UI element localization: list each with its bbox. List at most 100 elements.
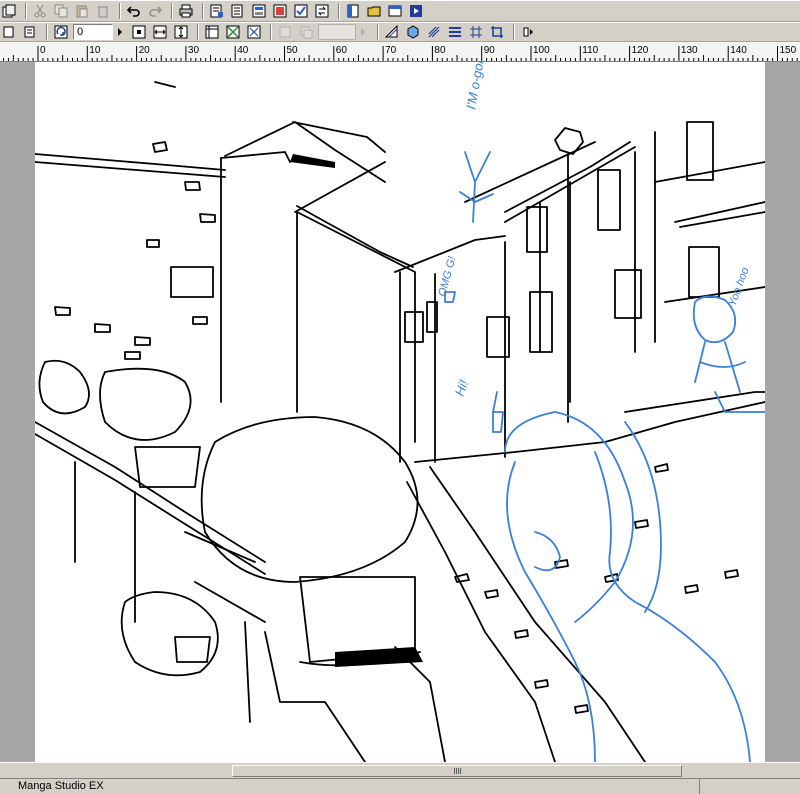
stripes-icon: [449, 27, 461, 37]
snap-icon: [247, 25, 261, 39]
disabled-dropdown-button[interactable]: [356, 23, 370, 41]
crop-icon: [491, 26, 503, 38]
grid-toggle-button[interactable]: [224, 23, 242, 41]
folder-icon: [367, 6, 381, 17]
ruler-label: 10: [89, 45, 101, 56]
copy-button[interactable]: [52, 2, 70, 20]
ruler-label: 60: [336, 45, 348, 56]
new-page-icon: [2, 4, 16, 18]
ruler-label: 20: [139, 45, 151, 56]
toolbar-separator: [25, 3, 27, 19]
page-tab-icon: [3, 26, 14, 38]
convert-button[interactable]: [313, 2, 331, 20]
workspace: I'M o-gonna Jump! OMG G! Hi! Yoo hoo: [0, 62, 800, 762]
fit-height-button[interactable]: [172, 23, 190, 41]
parallel-lines-icon: [428, 26, 440, 38]
status-bar: Manga Studio EX: [0, 778, 800, 794]
story-button[interactable]: [271, 2, 289, 20]
layer-settings-icon: [231, 4, 243, 18]
story-icon: [273, 4, 287, 18]
chevron-right-icon: [118, 28, 122, 36]
check-button[interactable]: [292, 2, 310, 20]
fit-width-icon: [153, 25, 167, 39]
perspective-icon: [385, 25, 398, 38]
crop-button[interactable]: [488, 23, 506, 41]
rotation-angle-field[interactable]: 0: [73, 24, 113, 40]
parallel-ruler-button[interactable]: [425, 23, 443, 41]
stripe-ruler-button[interactable]: [446, 23, 464, 41]
frame-copy-icon: [300, 26, 313, 39]
page-settings-icon: [210, 4, 223, 18]
fit-page-icon: [132, 25, 146, 39]
play-button[interactable]: [407, 2, 425, 20]
horizontal-scrollbar[interactable]: [0, 762, 800, 778]
rotation-angle-value: 0: [77, 26, 84, 38]
sketch-note-top: I'M o-gonna Jump!: [463, 62, 496, 111]
check-icon: [294, 4, 308, 18]
toolbar-separator: [377, 24, 379, 40]
secondary-toolbar: 0: [0, 22, 800, 42]
delete-button[interactable]: [94, 2, 112, 20]
angle-dropdown-button[interactable]: [113, 23, 127, 41]
chevron-right-icon: [361, 28, 365, 36]
toolbar-separator: [338, 3, 340, 19]
fit-page-button[interactable]: [130, 23, 148, 41]
ruler-label: 0: [40, 45, 46, 56]
folder-button[interactable]: [365, 2, 383, 20]
drawing-canvas[interactable]: I'M o-gonna Jump! OMG G! Hi! Yoo hoo: [35, 62, 765, 762]
print-button[interactable]: [177, 2, 195, 20]
toolbar-separator: [171, 3, 173, 19]
scrollbar-thumb[interactable]: [232, 765, 682, 777]
undo-button[interactable]: [125, 2, 143, 20]
ruler-label: 70: [385, 45, 397, 56]
ruler-label: 140: [730, 45, 747, 56]
toolbar-separator: [270, 24, 272, 40]
ruler-toggle-button[interactable]: [203, 23, 221, 41]
page-button[interactable]: [344, 2, 362, 20]
main-toolbar: [0, 0, 800, 22]
paste-button[interactable]: [73, 2, 91, 20]
play-icon: [410, 5, 422, 17]
browser-button[interactable]: [386, 2, 404, 20]
perspective-ruler-button[interactable]: [383, 23, 401, 41]
ruler-label: 130: [681, 45, 698, 56]
toolbar-more-button[interactable]: [519, 23, 537, 41]
layer-settings-button[interactable]: [229, 2, 247, 20]
ruler-label: 120: [632, 45, 649, 56]
page-list-icon: [24, 26, 35, 38]
redo-icon: [149, 6, 162, 17]
grip-icon: [453, 768, 461, 774]
frame-icon: [279, 26, 291, 38]
browser-icon: [388, 5, 402, 17]
ruler-label: 110: [582, 45, 598, 56]
page-settings-button[interactable]: [208, 2, 226, 20]
paste-icon: [76, 5, 88, 18]
more-icon: [523, 27, 533, 37]
ruler-label: 100: [533, 45, 550, 56]
cube-ruler-button[interactable]: [404, 23, 422, 41]
convert-icon: [315, 4, 329, 18]
toolbar-separator: [197, 24, 199, 40]
redo-button[interactable]: [146, 2, 164, 20]
ruler-scale: 0 10 20 30 40 50 60 70 80 90 100 110 120 130 140 150: [2, 45, 798, 61]
frame-button[interactable]: [276, 23, 294, 41]
rotate-button[interactable]: [52, 23, 70, 41]
layers-button[interactable]: [250, 2, 268, 20]
rotate-icon: [54, 25, 68, 39]
undo-icon: [127, 6, 140, 17]
copy-icon: [54, 4, 68, 18]
cut-button[interactable]: [31, 2, 49, 20]
status-app-name: Manga Studio EX: [0, 779, 700, 794]
guide-button[interactable]: [467, 23, 485, 41]
disabled-field: [318, 24, 356, 40]
frame-copy-button[interactable]: [297, 23, 315, 41]
snap-toggle-button[interactable]: [245, 23, 263, 41]
fit-width-button[interactable]: [151, 23, 169, 41]
cube-icon: [407, 25, 419, 39]
ruler-label: 80: [434, 45, 446, 56]
page-tab-button[interactable]: [0, 23, 18, 41]
new-page-button[interactable]: [0, 2, 18, 20]
ruler-label: 40: [237, 45, 249, 56]
page-list-button[interactable]: [21, 23, 39, 41]
delete-icon: [98, 6, 108, 18]
